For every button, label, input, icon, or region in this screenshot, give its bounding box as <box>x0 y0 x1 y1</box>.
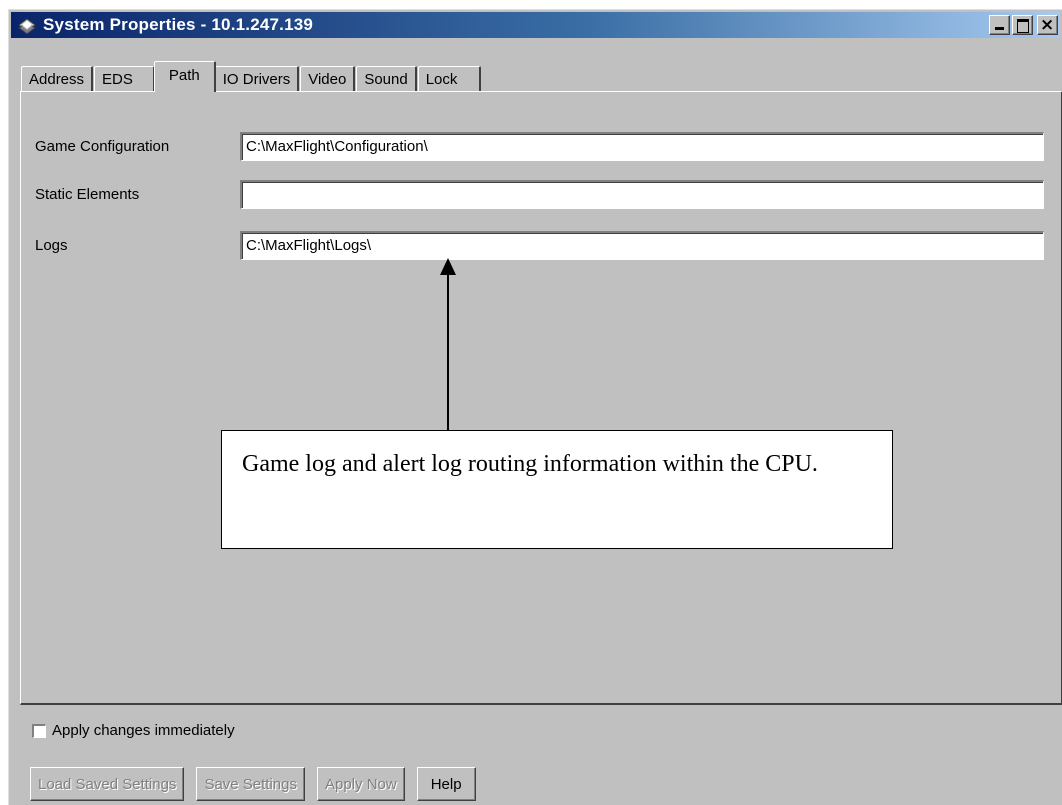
logs-input[interactable] <box>240 230 1044 260</box>
tab-address[interactable]: Address <box>21 66 94 92</box>
static-elements-input[interactable] <box>240 179 1044 209</box>
tab-sound[interactable]: Sound <box>356 66 417 92</box>
logs-label: Logs <box>35 236 68 254</box>
callout-arrow-line <box>447 274 449 430</box>
window-controls: × <box>987 15 1058 35</box>
help-button[interactable]: Help <box>416 767 476 801</box>
apply-immediately-option[interactable]: Apply changes immediately <box>32 722 235 739</box>
tab-label: Lock <box>425 71 458 88</box>
close-icon: × <box>1040 15 1055 35</box>
close-button[interactable]: × <box>1037 15 1058 35</box>
game-configuration-input[interactable] <box>240 131 1044 161</box>
button-row: Load Saved Settings Save Settings Apply … <box>30 767 488 801</box>
tab-label: Video <box>308 71 347 88</box>
tab-path[interactable]: Path <box>153 61 216 92</box>
system-properties-window: System Properties - 10.1.247.139 × Addre… <box>8 9 1062 805</box>
callout-arrow-head <box>440 258 456 275</box>
tab-label: Sound <box>364 71 408 88</box>
field-game-configuration: Game Configuration <box>35 130 1061 162</box>
path-tab-panel: Game Configuration Static Elements Logs <box>20 91 1062 705</box>
apply-immediately-checkbox[interactable] <box>32 723 46 738</box>
game-configuration-label: Game Configuration <box>35 137 170 155</box>
tab-io-drivers[interactable]: IO Drivers <box>214 66 300 92</box>
static-elements-label: Static Elements <box>35 185 140 203</box>
tab-label: Path <box>168 67 200 84</box>
tab-lock[interactable]: Lock <box>417 66 482 92</box>
tab-strip: Address EDS Path IO Drivers Video Sound … <box>21 61 482 92</box>
load-saved-settings-button[interactable]: Load Saved Settings <box>30 767 185 801</box>
title-bar[interactable]: System Properties - 10.1.247.139 × <box>11 12 1060 38</box>
field-logs: Logs <box>35 229 1061 261</box>
app-icon <box>17 16 37 35</box>
window-title: System Properties - 10.1.247.139 <box>43 15 314 34</box>
tab-label: EDS <box>102 71 133 88</box>
save-settings-button[interactable]: Save Settings <box>196 767 305 801</box>
tab-eds[interactable]: EDS <box>94 66 155 92</box>
minimize-button[interactable] <box>989 15 1010 35</box>
maximize-button[interactable] <box>1012 15 1033 35</box>
field-static-elements: Static Elements <box>35 178 1061 210</box>
tab-label: Address <box>29 71 85 88</box>
tab-video[interactable]: Video <box>300 66 356 92</box>
tab-label: IO Drivers <box>222 71 291 88</box>
apply-now-button[interactable]: Apply Now <box>317 767 405 801</box>
apply-immediately-label: Apply changes immediately <box>52 722 235 739</box>
annotation-callout: Game log and alert log routing informati… <box>221 430 893 549</box>
